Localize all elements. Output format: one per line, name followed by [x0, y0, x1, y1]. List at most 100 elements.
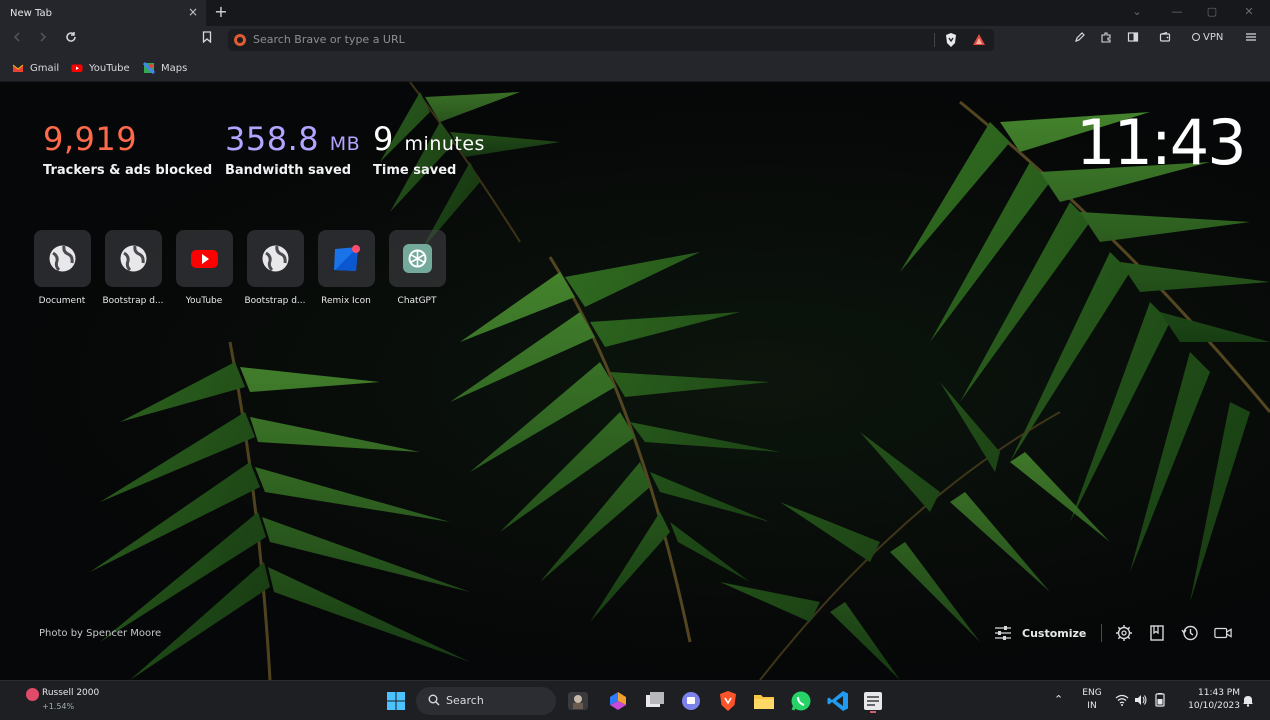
brave-rewards-icon[interactable]	[972, 32, 986, 48]
bookmarks-bar: Gmail YouTube Maps	[0, 54, 1270, 82]
brave-shields-icon[interactable]	[944, 32, 958, 48]
divider	[934, 33, 935, 47]
bookmark-label: Maps	[161, 62, 188, 74]
pen-icon[interactable]	[1071, 31, 1089, 49]
photo-credit[interactable]: Photo by Spencer Moore	[39, 628, 161, 639]
back-icon[interactable]	[8, 31, 26, 49]
globe-icon	[49, 245, 76, 272]
whatsapp-icon[interactable]	[789, 689, 813, 713]
taskbar-date[interactable]: 10/10/2023	[1180, 701, 1240, 711]
bandwidth-value-row: 358.8 MB	[225, 120, 360, 158]
vpn-button[interactable]: VPN	[1192, 32, 1223, 48]
youtube-icon	[191, 250, 218, 268]
top-site-tile[interactable]: Bootstrap d...	[101, 230, 165, 310]
tile-background	[176, 230, 233, 287]
vpn-status-icon	[1192, 33, 1200, 41]
stat-trackers: 9,919 Trackers & ads blocked	[43, 120, 212, 178]
time-value: 9	[373, 120, 394, 158]
bandwidth-label: Bandwidth saved	[225, 163, 352, 178]
tile-background	[389, 230, 446, 287]
minimize-icon[interactable]: —	[1168, 4, 1186, 20]
bookmark-gmail[interactable]: Gmail	[12, 60, 59, 76]
sliders-icon	[995, 626, 1011, 640]
maximize-icon[interactable]: ▢	[1203, 4, 1221, 20]
bookmark-label: Gmail	[30, 62, 60, 74]
top-site-tile[interactable]: Document	[30, 230, 94, 310]
address-bar[interactable]: Search Brave or type a URL	[228, 29, 994, 51]
tile-label: Document	[38, 296, 86, 306]
window-close-icon[interactable]: ✕	[1240, 4, 1258, 20]
snipping-tool-icon[interactable]	[861, 689, 885, 713]
search-icon	[428, 694, 440, 709]
search-engine-icon	[234, 34, 246, 46]
tab-close-icon[interactable]: ×	[186, 5, 200, 19]
windows-start-icon[interactable]	[386, 691, 406, 711]
chevron-down-icon[interactable]: ⌄	[1128, 4, 1146, 20]
tab-new-tab[interactable]: New Tab ×	[0, 0, 206, 26]
top-site-tile[interactable]: Bootstrap d...	[243, 230, 307, 310]
tile-label: YouTube	[185, 296, 223, 306]
widget-change: +1.54%	[42, 702, 75, 711]
time-unit: minutes	[404, 133, 485, 155]
sidebar-icon[interactable]	[1124, 31, 1142, 49]
taskbar-time[interactable]: 11:43 PM	[1180, 688, 1240, 698]
notification-bell-icon[interactable]	[1242, 694, 1254, 707]
tab-strip: New Tab × + ⌄ — ▢ ✕	[0, 0, 1270, 26]
globe-icon	[120, 245, 147, 272]
tile-background	[247, 230, 304, 287]
top-site-tile[interactable]: YouTube	[172, 230, 236, 310]
file-explorer-icon[interactable]	[752, 689, 776, 713]
brave-talk-video-icon[interactable]	[1214, 624, 1232, 642]
bookmark-icon[interactable]	[198, 31, 216, 49]
top-site-tile[interactable]: ChatGPT	[385, 230, 449, 310]
windows-taskbar: Russell 2000 +1.54% Search ⌃ ENG IN 11:4…	[0, 680, 1270, 720]
task-view-icon[interactable]	[643, 689, 667, 713]
tile-label: ChatGPT	[397, 296, 437, 306]
copilot-icon[interactable]	[606, 689, 630, 713]
bookmark-youtube[interactable]: YouTube	[71, 60, 130, 76]
vscode-icon[interactable]	[826, 689, 850, 713]
battery-icon[interactable]	[1153, 693, 1167, 707]
forward-icon[interactable]	[34, 31, 52, 49]
language-bottom[interactable]: IN	[1080, 701, 1104, 711]
maps-icon	[143, 62, 155, 74]
history-icon[interactable]	[1181, 624, 1199, 642]
stock-alert-icon	[26, 688, 39, 701]
customize-label: Customize	[1022, 626, 1087, 640]
bookmarks-icon[interactable]	[1148, 624, 1166, 642]
menu-icon[interactable]	[1242, 31, 1260, 49]
new-tab-page: 9,919 Trackers & ads blocked 358.8 MB Ba…	[0, 82, 1270, 680]
bandwidth-value: 358.8	[225, 120, 320, 158]
tile-label: Bootstrap d...	[244, 296, 306, 306]
time-label: Time saved	[373, 163, 457, 178]
youtube-icon	[71, 64, 83, 72]
language-top[interactable]: ENG	[1080, 688, 1104, 698]
new-tab-button[interactable]: +	[212, 3, 230, 21]
stat-time: 9 minutes Time saved	[373, 120, 485, 178]
volume-icon[interactable]	[1134, 693, 1148, 707]
widget-title: Russell 2000	[42, 688, 100, 698]
clock: 11:43	[1076, 106, 1247, 179]
bandwidth-unit: MB	[329, 133, 361, 155]
divider	[1101, 624, 1102, 642]
globe-icon	[262, 245, 289, 272]
settings-gear-icon[interactable]	[1115, 624, 1133, 642]
tile-background	[318, 230, 375, 287]
time-value-row: 9 minutes	[373, 120, 485, 158]
vpn-label: VPN	[1203, 32, 1224, 43]
trackers-label: Trackers & ads blocked	[43, 163, 213, 178]
tile-background	[34, 230, 91, 287]
extensions-icon[interactable]	[1097, 31, 1115, 49]
reload-icon[interactable]	[62, 31, 80, 49]
teams-chat-icon[interactable]	[679, 689, 703, 713]
gmail-icon	[12, 64, 24, 72]
top-site-tile[interactable]: Remix Icon	[314, 230, 378, 310]
wallet-icon[interactable]	[1156, 31, 1174, 49]
brave-browser-icon[interactable]	[716, 689, 740, 713]
search-highlight-icon[interactable]	[566, 689, 590, 713]
customize-button[interactable]: Customize	[994, 625, 1086, 641]
wifi-icon[interactable]	[1115, 693, 1129, 707]
tray-overflow-icon[interactable]: ⌃	[1054, 693, 1063, 706]
taskbar-search[interactable]: Search	[416, 687, 556, 715]
bookmark-maps[interactable]: Maps	[143, 60, 187, 76]
